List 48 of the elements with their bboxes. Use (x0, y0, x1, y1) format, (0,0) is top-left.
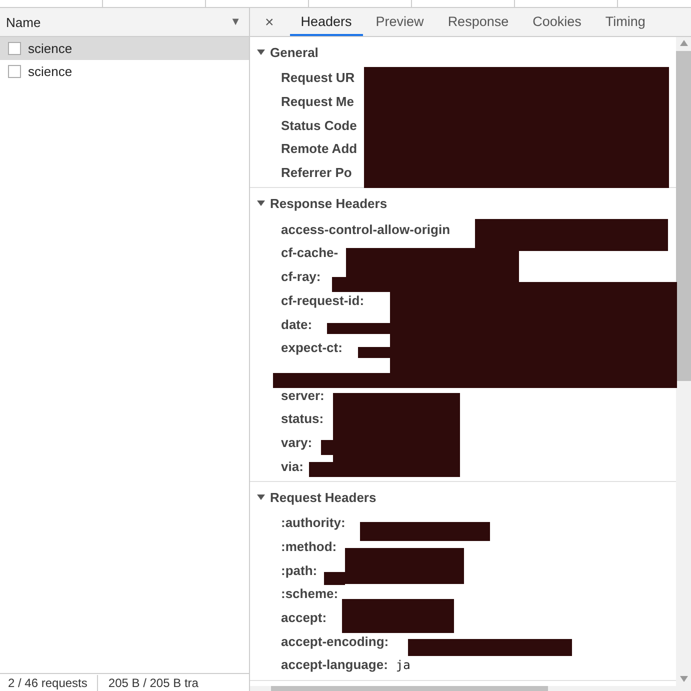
header-name: :scheme: (281, 586, 338, 602)
checkbox-icon (8, 42, 21, 55)
header-name: Referrer Po (281, 165, 352, 180)
header-name: :path: (281, 562, 318, 578)
tab[interactable]: Headers (290, 8, 363, 36)
header-name: cf-ray: (281, 269, 321, 284)
header-name: date: (281, 316, 312, 332)
header-name: accept-language: (281, 657, 388, 672)
header-name: vary: (281, 434, 312, 450)
status-text: 205 B / 205 B tra (108, 676, 198, 690)
scrollbar-thumb[interactable] (271, 686, 548, 691)
header-name: status: (281, 411, 324, 426)
header-name: accept-encoding: (281, 634, 389, 649)
header-name: Request Me (281, 94, 354, 110)
section-title[interactable]: Response Headers (270, 196, 388, 211)
header-name: :method: (281, 539, 337, 554)
status-text: 2 / 46 requests (8, 676, 88, 690)
header-name: via: (281, 458, 304, 474)
section-title[interactable]: Request Headers (270, 490, 376, 504)
header-value: ja (396, 658, 410, 672)
request-name: science (28, 41, 72, 56)
header-name: Status Code (281, 118, 357, 133)
section-title[interactable]: General (270, 44, 318, 60)
column-title: Name (6, 14, 41, 30)
tab[interactable]: Cookies (522, 8, 592, 36)
scrollbar-thumb[interactable] (676, 51, 691, 381)
header-name: cf-cache- (281, 245, 338, 260)
checkbox-icon (8, 65, 21, 78)
header-name: :authority: (281, 515, 346, 530)
header-name: server: (281, 388, 324, 403)
request-row[interactable]: science (0, 60, 249, 83)
header-name: accept: (281, 610, 327, 626)
header-name: Request UR (281, 70, 355, 86)
header-name: Remote Add (281, 141, 358, 156)
close-button[interactable]: × (259, 8, 280, 36)
expand-arrow-icon[interactable] (257, 199, 265, 208)
tab[interactable]: Preview (364, 8, 435, 36)
header-name: cf-request-id: (281, 292, 364, 308)
expand-arrow-icon[interactable] (257, 493, 265, 501)
request-name: science (28, 64, 72, 79)
sort-icon[interactable]: ▼ (230, 16, 241, 28)
tab[interactable]: Timing (594, 8, 656, 36)
expand-arrow-icon[interactable] (257, 48, 265, 56)
tab[interactable]: Response (436, 8, 520, 36)
header-name: expect-ct: (281, 340, 342, 356)
header-name: access-control-allow-origin (281, 222, 450, 237)
name-column-header[interactable]: Name ▼ (0, 8, 249, 37)
request-row[interactable]: science (0, 37, 249, 60)
